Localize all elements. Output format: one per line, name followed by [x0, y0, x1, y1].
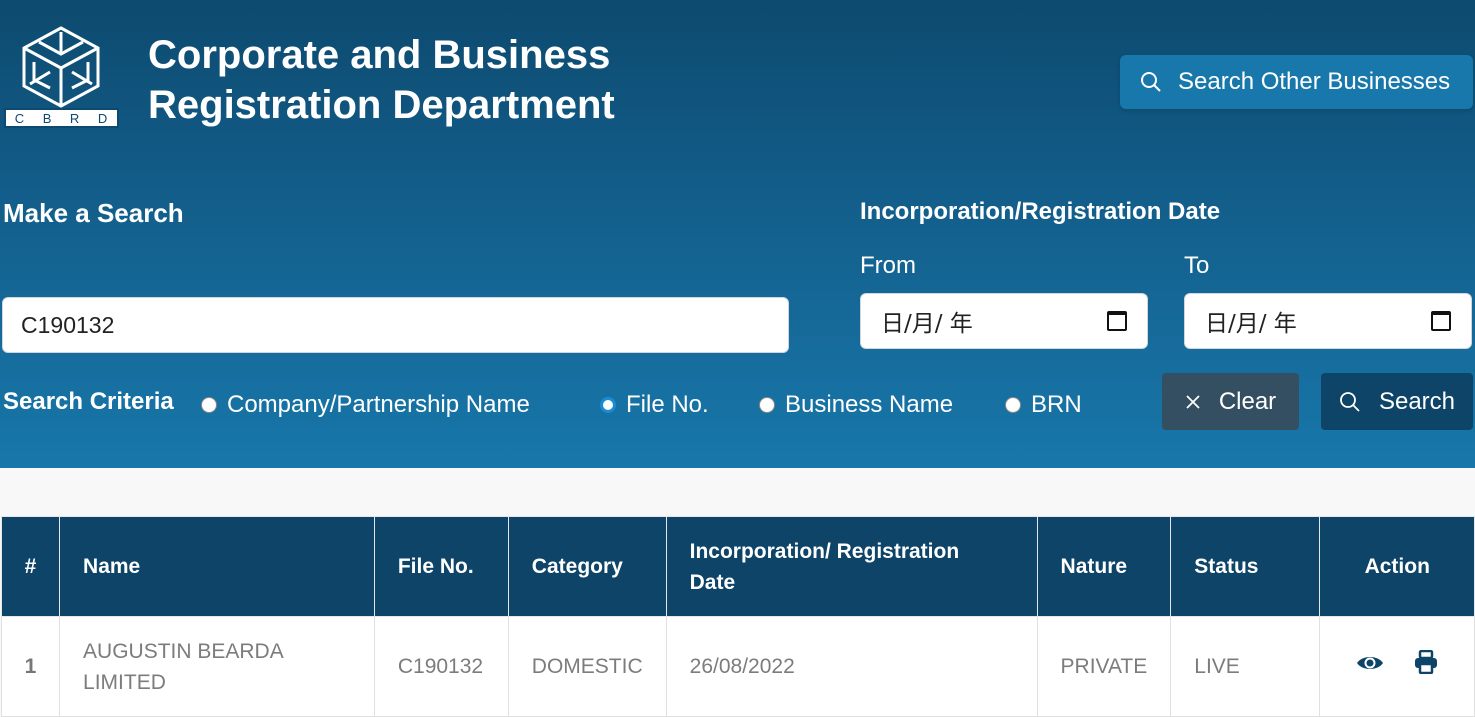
logo-letters: C B R D: [4, 108, 119, 128]
col-header-file-no[interactable]: File No.: [373, 516, 509, 617]
to-date-value: 日/月/ 年: [1205, 311, 1297, 337]
table-header-row: # Name File No. Category Incorporation/ …: [0, 516, 1475, 617]
search-other-businesses-button[interactable]: Search Other Businesses: [1120, 55, 1473, 109]
print-icon[interactable]: [1414, 649, 1438, 683]
search-query-value: C190132: [21, 311, 115, 338]
calendar-icon[interactable]: [1431, 311, 1451, 331]
col-header-date[interactable]: Incorporation/ Registration Date: [665, 516, 1038, 617]
cell-nature: PRIVATE: [1036, 616, 1172, 717]
cell-file-no: C190132: [373, 616, 509, 717]
close-icon: [1186, 394, 1200, 409]
logo-letter: B: [42, 110, 53, 126]
logo-letter: C: [14, 110, 26, 126]
clear-label: Clear: [1218, 387, 1277, 415]
from-date-input[interactable]: 日/月/ 年: [860, 293, 1148, 349]
radio-button-checked[interactable]: [600, 397, 616, 413]
header-banner: C B R D Corporate and Business Registrat…: [0, 0, 1475, 468]
search-other-businesses-label: Search Other Businesses: [1178, 68, 1451, 95]
radio-label: Business Name: [785, 391, 954, 418]
date-section-title: Incorporation/Registration Date: [860, 198, 1221, 225]
radio-button[interactable]: [201, 397, 217, 413]
col-header-category[interactable]: Category: [507, 516, 667, 617]
cell-status: LIVE: [1170, 616, 1321, 717]
radio-brn[interactable]: BRN: [1005, 391, 1082, 419]
col-header-nature[interactable]: Nature: [1036, 516, 1172, 617]
eye-icon[interactable]: [1356, 651, 1384, 682]
logo-letter: R: [69, 110, 81, 126]
to-label: To: [1184, 252, 1210, 279]
logo-letter: D: [97, 110, 109, 126]
site-title: Corporate and Business Registration Depa…: [148, 30, 615, 130]
radio-label: File No.: [626, 391, 709, 418]
col-header-status[interactable]: Status: [1170, 516, 1321, 617]
table-row: 1 AUGUSTIN BEARDA LIMITED C190132 DOMEST…: [0, 616, 1475, 717]
cell-category: DOMESTIC: [507, 616, 667, 717]
radio-label: BRN: [1031, 391, 1082, 418]
site-title-line1: Corporate and Business: [148, 33, 611, 77]
search-criteria-label: Search Criteria: [3, 388, 174, 415]
make-a-search-title: Make a Search: [3, 198, 184, 228]
cell-date: 26/08/2022: [665, 616, 1038, 717]
col-header-name[interactable]: Name: [59, 516, 375, 617]
radio-business-name[interactable]: Business Name: [759, 391, 953, 419]
results-table: # Name File No. Category Incorporation/ …: [0, 516, 1475, 717]
search-query-input[interactable]: C190132: [2, 297, 789, 353]
from-date-value: 日/月/ 年: [881, 311, 973, 337]
radio-button[interactable]: [759, 397, 775, 413]
calendar-icon[interactable]: [1107, 311, 1127, 331]
cell-index: 1: [0, 616, 61, 717]
search-icon: [1141, 72, 1161, 92]
search-button[interactable]: Search: [1321, 373, 1473, 430]
cell-name: AUGUSTIN BEARDA LIMITED: [59, 616, 375, 717]
cube-logo-icon: [22, 26, 100, 108]
cell-actions: [1319, 616, 1475, 717]
clear-button[interactable]: Clear: [1162, 373, 1299, 430]
radio-company-partnership-name[interactable]: Company/Partnership Name: [201, 391, 530, 419]
from-label: From: [860, 252, 916, 279]
radio-button[interactable]: [1005, 397, 1021, 413]
radio-file-no[interactable]: File No.: [600, 391, 709, 419]
search-label: Search: [1378, 387, 1456, 415]
search-icon: [1340, 391, 1360, 412]
col-header-action: Action: [1319, 516, 1475, 617]
radio-label: Company/Partnership Name: [227, 391, 530, 418]
cbrd-logo: C B R D: [4, 24, 119, 128]
site-title-line2: Registration Department: [148, 83, 615, 127]
col-header-index[interactable]: #: [0, 516, 61, 617]
to-date-input[interactable]: 日/月/ 年: [1184, 293, 1472, 349]
